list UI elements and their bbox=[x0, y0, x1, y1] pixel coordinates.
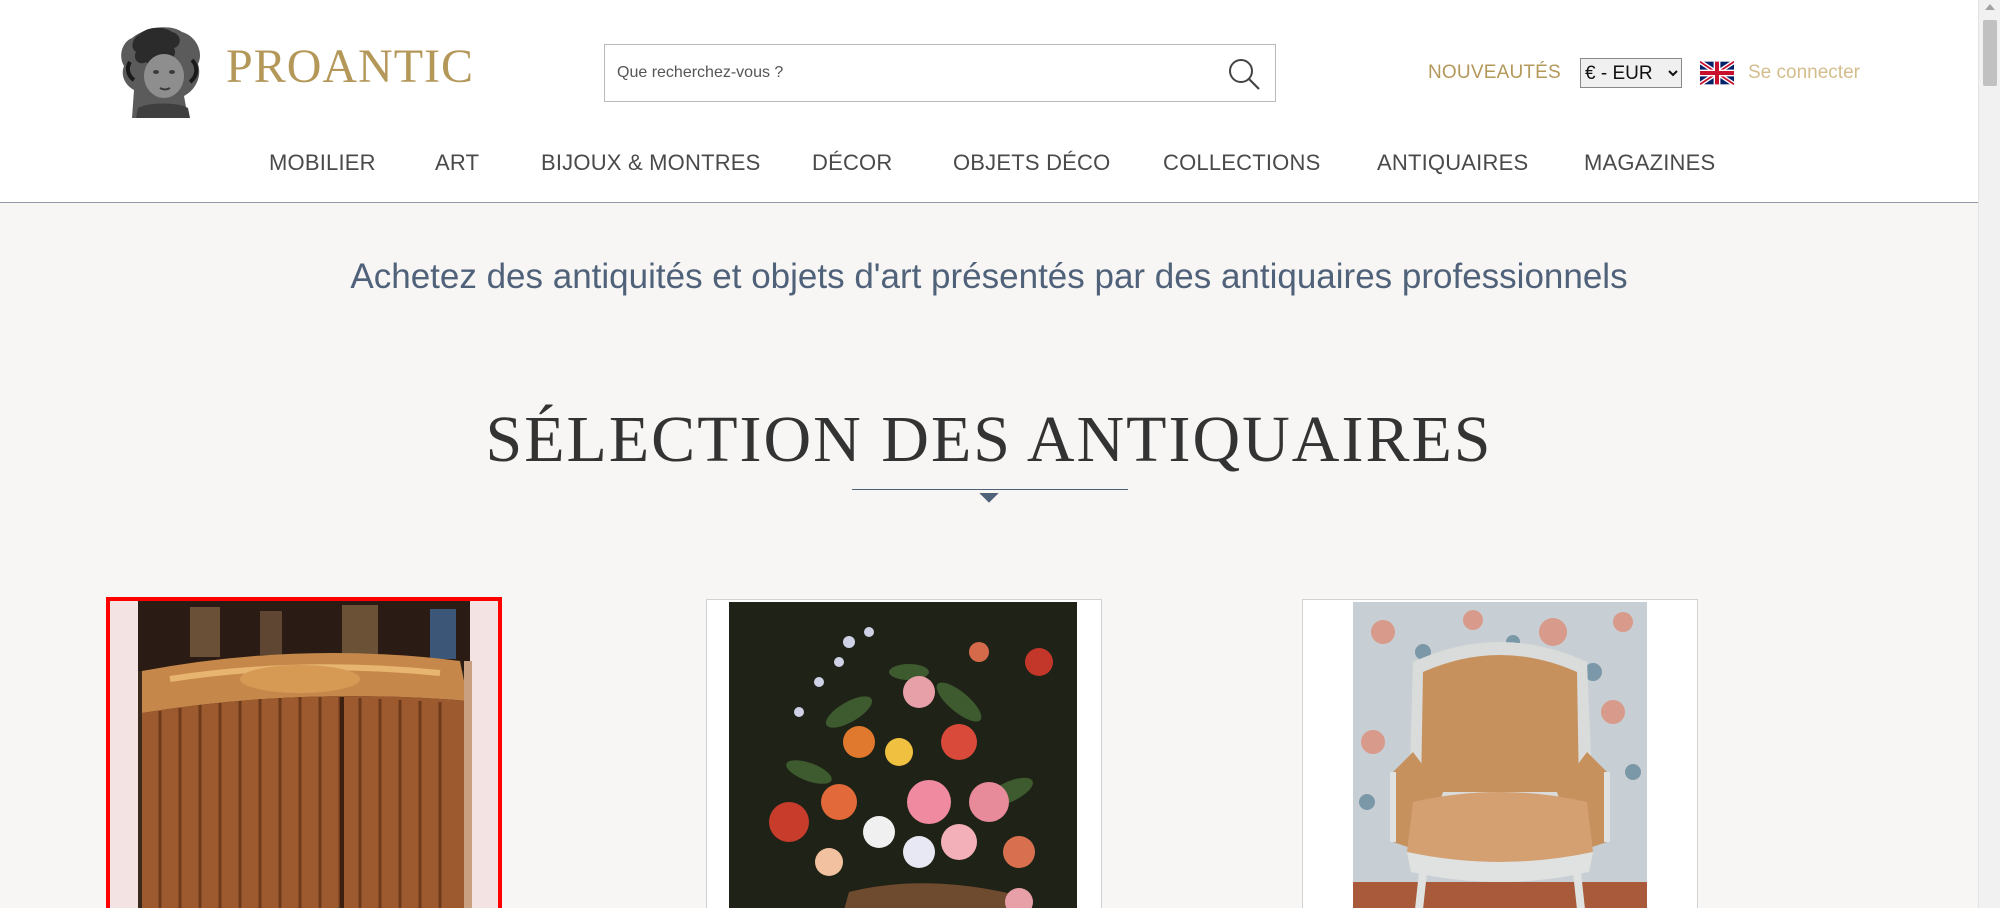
search-icon[interactable] bbox=[1227, 57, 1261, 91]
title-divider-diamond bbox=[979, 483, 999, 503]
product-card-commode[interactable] bbox=[106, 597, 502, 908]
search-input[interactable] bbox=[605, 45, 1205, 101]
page-tagline: Achetez des antiquités et objets d'art p… bbox=[350, 257, 1628, 296]
page: PROANTIC NOUVEAUTÉS € - EUR Se connecter… bbox=[0, 0, 2000, 908]
product-card-flower-painting[interactable] bbox=[706, 599, 1102, 908]
scroll-up-arrow-icon[interactable] bbox=[1985, 4, 1995, 10]
page-scrollbar[interactable] bbox=[1978, 0, 2000, 908]
nav-item-art[interactable]: ART bbox=[435, 150, 479, 176]
login-link[interactable]: Se connecter bbox=[1748, 62, 1860, 84]
nouveautes-link[interactable]: NOUVEAUTÉS bbox=[1428, 62, 1561, 84]
logo-link[interactable]: PROANTIC bbox=[112, 20, 474, 120]
flower-painting-image bbox=[729, 602, 1077, 908]
currency-select[interactable]: € - EUR bbox=[1580, 58, 1682, 88]
bust-logo-icon bbox=[112, 20, 206, 120]
scroll-thumb[interactable] bbox=[1983, 20, 1997, 86]
title-divider bbox=[852, 489, 1128, 490]
nav-item-magazines[interactable]: MAGAZINES bbox=[1584, 150, 1715, 176]
nav-item-objets-deco[interactable]: OBJETS DÉCO bbox=[953, 150, 1110, 176]
nav-item-decor[interactable]: DÉCOR bbox=[812, 150, 892, 176]
product-card-armchair[interactable] bbox=[1302, 599, 1698, 908]
nav-item-mobilier[interactable]: MOBILIER bbox=[269, 150, 376, 176]
nav-item-collections[interactable]: COLLECTIONS bbox=[1163, 150, 1320, 176]
site-header: PROANTIC NOUVEAUTÉS € - EUR Se connecter… bbox=[0, 0, 1978, 203]
main-nav: MOBILIER ART BIJOUX & MONTRES DÉCOR OBJE… bbox=[0, 150, 1978, 180]
nav-item-antiquaires[interactable]: ANTIQUAIRES bbox=[1377, 150, 1528, 176]
section-title: SÉLECTION DES ANTIQUAIRES bbox=[485, 403, 1493, 476]
commode-image bbox=[110, 601, 498, 908]
uk-flag-icon[interactable] bbox=[1700, 61, 1734, 85]
search-box bbox=[604, 44, 1276, 102]
nav-item-bijoux-montres[interactable]: BIJOUX & MONTRES bbox=[541, 150, 761, 176]
logo-text: PROANTIC bbox=[226, 39, 475, 93]
armchair-image bbox=[1353, 602, 1647, 908]
